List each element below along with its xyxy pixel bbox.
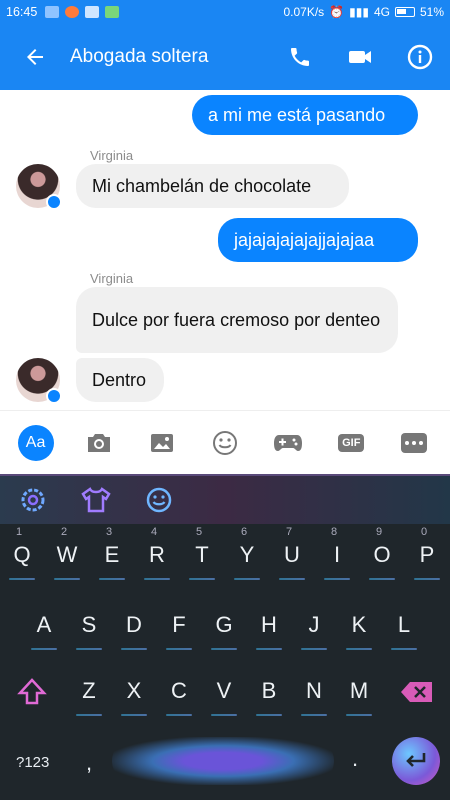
key-n[interactable]: N	[292, 678, 336, 716]
avatar[interactable]	[16, 358, 62, 404]
keyboard: 1Q 2W 3E 4R 5T 6Y 7U 8I 9O 0P A S D F G …	[0, 474, 450, 800]
emoji-icon	[212, 430, 237, 455]
gear-icon[interactable]	[18, 485, 48, 515]
message-text: Mi chambelán de chocolate	[92, 176, 312, 196]
enter-key[interactable]	[392, 737, 440, 785]
shift-key[interactable]	[16, 676, 48, 708]
video-camera-icon	[349, 51, 371, 63]
composer-toolbar: Aa GIF	[0, 410, 450, 474]
enter-icon	[406, 753, 426, 767]
image-icon	[150, 433, 173, 452]
keyboard-toolbar	[0, 474, 450, 524]
key-z[interactable]: Z	[67, 678, 111, 716]
key-l[interactable]: L	[382, 612, 426, 650]
key-e[interactable]: 3E	[90, 526, 134, 580]
message-text: Dentro	[92, 370, 147, 390]
key-j[interactable]: J	[292, 612, 336, 650]
space-key[interactable]	[112, 737, 334, 785]
key-d[interactable]: D	[112, 612, 156, 650]
text-input-toggle[interactable]: Aa	[17, 424, 54, 461]
chat-header: Abogada soltera	[0, 24, 450, 90]
notification-icon	[65, 6, 80, 18]
key-x[interactable]: X	[112, 678, 156, 716]
backspace-icon	[401, 682, 432, 702]
notification-icon	[45, 6, 60, 18]
key-s[interactable]: S	[67, 612, 111, 650]
gallery-button[interactable]	[144, 425, 180, 461]
period-key[interactable]: .	[352, 746, 358, 772]
comma-key[interactable]: ,	[86, 750, 92, 776]
message-bubble-outgoing[interactable]: jajajajajajajjajajaa	[218, 218, 418, 262]
gamepad-icon	[274, 434, 303, 451]
more-icon	[401, 432, 428, 453]
gif-button[interactable]: GIF	[333, 425, 369, 461]
signal-icon: ▮▮▮	[349, 5, 369, 19]
status-time: 16:45	[6, 5, 38, 19]
message-text: Dulce por fuera cremoso por denteo	[92, 310, 381, 330]
notification-icon	[85, 6, 100, 18]
call-button[interactable]	[270, 45, 330, 69]
key-b[interactable]: B	[247, 678, 291, 716]
message-text: jajajajajajajjajajaa	[234, 230, 375, 250]
shirt-icon[interactable]	[80, 486, 112, 514]
key-o[interactable]: 9O	[360, 526, 404, 580]
video-call-button[interactable]	[330, 45, 390, 69]
emoji-button[interactable]	[207, 425, 243, 461]
message-bubble-incoming[interactable]: Mi chambelán de chocolate	[76, 164, 349, 208]
message-text: a mi me está pasando	[208, 105, 386, 125]
camera-icon	[87, 433, 110, 452]
status-bar: 16:45 0.07K/s ⏰ ▮▮▮ 4G 51%	[0, 0, 450, 24]
key-t[interactable]: 5T	[180, 526, 224, 580]
key-p[interactable]: 0P	[405, 526, 449, 580]
alarm-icon: ⏰	[329, 5, 345, 19]
message-bubble-incoming[interactable]: Dulce por fuera cremoso por denteo	[76, 287, 398, 353]
games-button[interactable]	[270, 425, 306, 461]
sender-name: Virginia	[90, 148, 134, 163]
avatar[interactable]	[16, 164, 62, 210]
messenger-badge-icon	[46, 194, 62, 210]
battery-level: 51%	[419, 5, 444, 19]
back-button[interactable]	[0, 45, 70, 69]
key-q[interactable]: 1Q	[0, 526, 44, 580]
key-a[interactable]: A	[22, 612, 66, 650]
key-h[interactable]: H	[247, 612, 291, 650]
phone-icon	[291, 48, 309, 66]
gif-icon: GIF	[338, 433, 365, 452]
message-bubble-outgoing[interactable]: a mi me está pasando	[192, 95, 418, 135]
key-y[interactable]: 6Y	[225, 526, 269, 580]
play-store-icon	[105, 6, 120, 18]
key-v[interactable]: V	[202, 678, 246, 716]
key-k[interactable]: K	[337, 612, 381, 650]
key-w[interactable]: 2W	[45, 526, 89, 580]
sender-name: Virginia	[90, 271, 134, 286]
camera-button[interactable]	[81, 425, 117, 461]
symbols-key[interactable]: ?123	[16, 754, 49, 771]
messenger-badge-icon	[46, 388, 62, 404]
key-u[interactable]: 7U	[270, 526, 314, 580]
backspace-key[interactable]	[400, 680, 434, 704]
key-m[interactable]: M	[337, 678, 381, 716]
message-list[interactable]: a mi me está pasando Virginia Mi chambel…	[0, 90, 450, 410]
smiley-icon[interactable]	[144, 485, 174, 515]
key-i[interactable]: 8I	[315, 526, 359, 580]
key-r[interactable]: 4R	[135, 526, 179, 580]
info-button[interactable]	[390, 44, 450, 70]
arrow-left-icon	[27, 49, 43, 65]
message-bubble-incoming[interactable]: Dentro	[76, 358, 164, 402]
key-f[interactable]: F	[157, 612, 201, 650]
network-type: 4G	[373, 5, 390, 19]
chat-title[interactable]: Abogada soltera	[70, 46, 270, 68]
key-g[interactable]: G	[202, 612, 246, 650]
battery-icon	[394, 7, 415, 17]
shift-icon	[17, 678, 47, 705]
network-speed: 0.07K/s	[283, 5, 325, 19]
more-button[interactable]	[396, 425, 432, 461]
info-icon	[407, 44, 433, 70]
key-c[interactable]: C	[157, 678, 201, 716]
